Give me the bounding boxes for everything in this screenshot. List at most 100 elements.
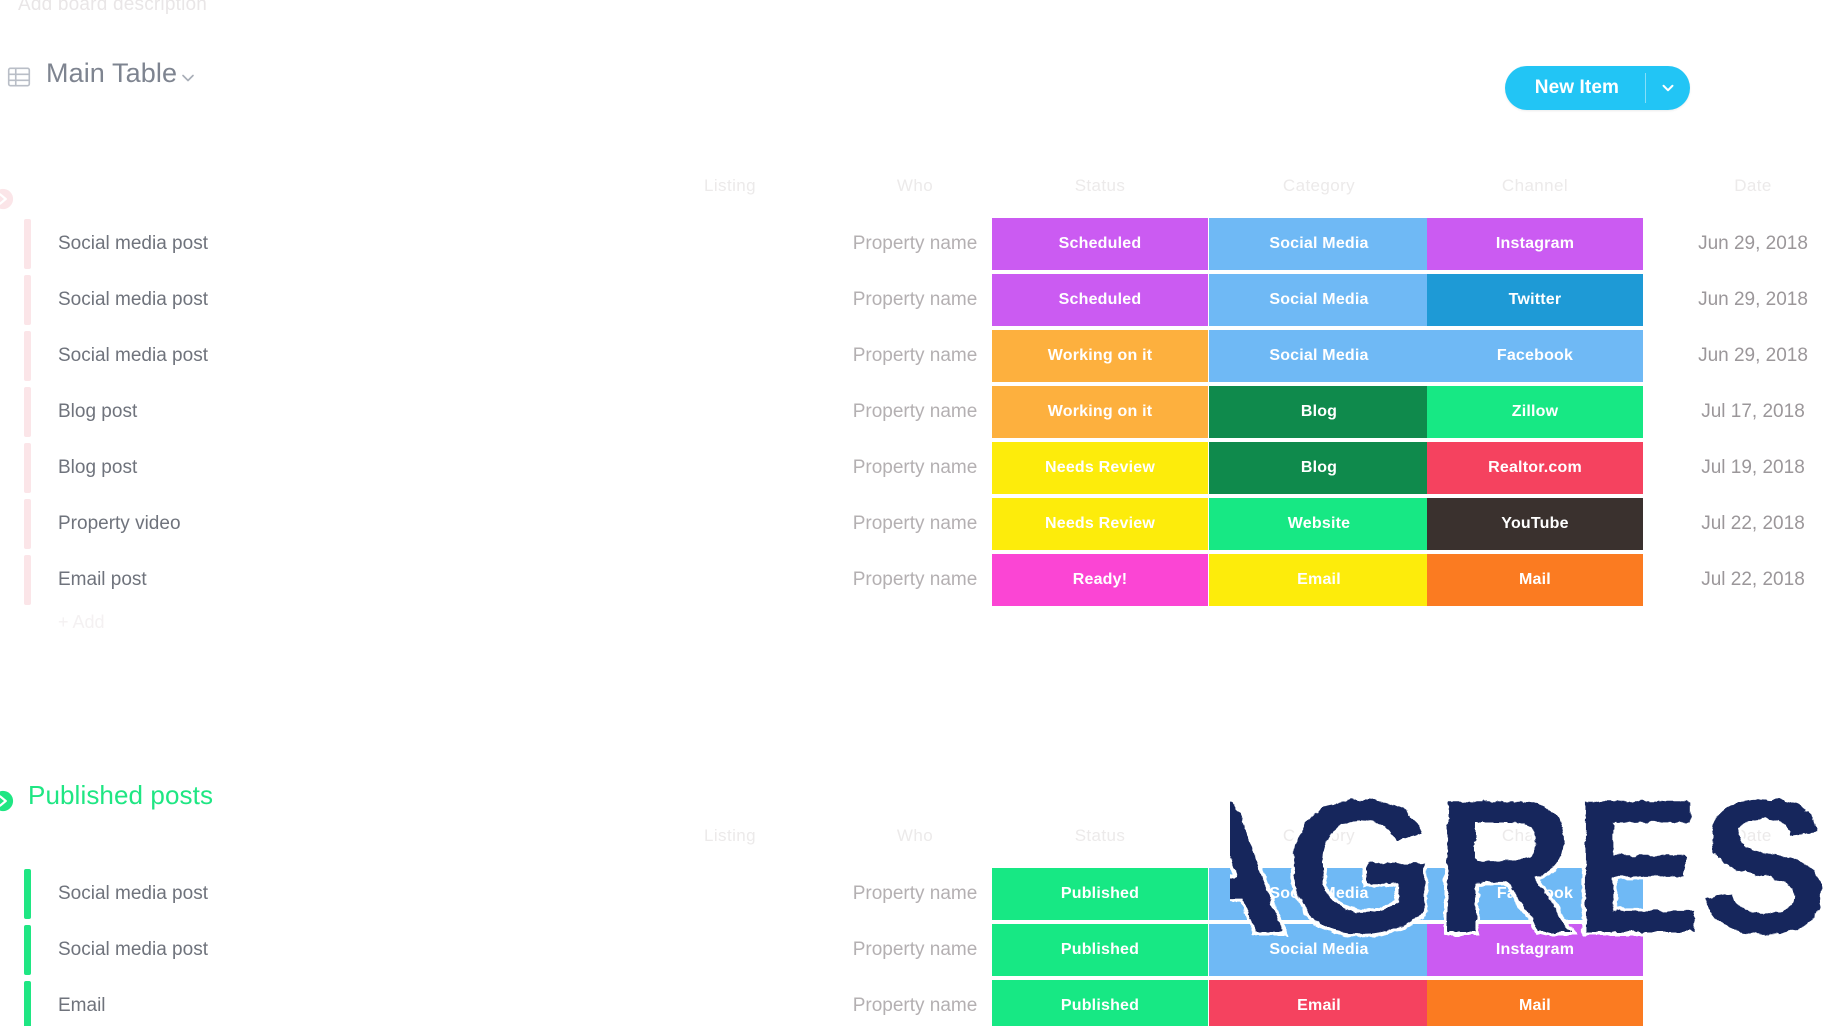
cell-who[interactable]: Property name xyxy=(840,978,990,1026)
cell-channel-badge[interactable]: Facebook xyxy=(1427,868,1643,920)
column-header-listing[interactable]: Listing xyxy=(610,176,850,196)
cell-channel-badge[interactable]: YouTube xyxy=(1427,498,1643,550)
add-item-link[interactable]: + Add xyxy=(58,612,105,633)
cell-status-badge[interactable]: Needs Review xyxy=(992,442,1208,494)
table-title[interactable]: Main Table xyxy=(46,58,177,89)
cell-who[interactable]: Property name xyxy=(840,272,990,328)
cell-who[interactable]: Property name xyxy=(840,440,990,496)
cell-date[interactable]: Jul 19, 2018 xyxy=(1663,440,1824,496)
row-accent-bar xyxy=(24,275,31,325)
group-title[interactable]: Published posts xyxy=(28,780,213,811)
cell-category-badge[interactable]: Blog xyxy=(1209,386,1429,438)
cell-who[interactable]: Property name xyxy=(840,866,990,922)
cell-category-badge[interactable]: Social Media xyxy=(1209,330,1429,382)
cell-status-badge[interactable]: Published xyxy=(992,868,1208,920)
cell-channel-badge[interactable]: Zillow xyxy=(1427,386,1643,438)
cell-status-badge[interactable]: Published xyxy=(992,924,1208,976)
chevron-down-icon[interactable] xyxy=(178,68,198,88)
cell-category-badge[interactable]: Blog xyxy=(1209,442,1429,494)
cell-category-badge[interactable]: Social Media xyxy=(1209,924,1429,976)
table-row[interactable]: Social media post Property name Published S… xyxy=(0,922,1824,978)
cell-date[interactable]: Jun 29, 2018 xyxy=(1663,272,1824,328)
cell-date[interactable]: Jul 22, 2018 xyxy=(1663,496,1824,552)
group-rows: Social media post Property name Published S… xyxy=(0,866,1824,1026)
cell-item-name[interactable]: Social media post xyxy=(58,922,208,978)
column-header-status[interactable]: Status xyxy=(992,826,1208,846)
cell-category-badge[interactable]: Social Media xyxy=(1209,868,1429,920)
row-accent-bar xyxy=(24,443,31,493)
table-row[interactable]: Email post Property name Ready! Email Mail Ju… xyxy=(0,552,1824,608)
column-header-category[interactable]: Category xyxy=(1209,176,1429,196)
column-header-date[interactable]: Date xyxy=(1663,826,1824,846)
column-header-channel[interactable]: Channel xyxy=(1427,176,1643,196)
table-row[interactable]: Social media post Property name Published S… xyxy=(0,866,1824,922)
cell-who[interactable]: Property name xyxy=(840,384,990,440)
cell-status-badge[interactable]: Needs Review xyxy=(992,498,1208,550)
cell-item-name[interactable]: Social media post xyxy=(58,216,208,272)
table-row[interactable]: Social media post Property name Scheduled S… xyxy=(0,272,1824,328)
table-row[interactable]: Social media post Property name Scheduled S… xyxy=(0,216,1824,272)
cell-item-name[interactable]: Social media post xyxy=(58,272,208,328)
new-item-chevron-down-icon[interactable] xyxy=(1646,66,1690,110)
cell-date[interactable] xyxy=(1663,866,1824,922)
table-row[interactable]: Property video Property name Needs Review W… xyxy=(0,496,1824,552)
cell-date[interactable]: Jun 29, 2018 xyxy=(1663,216,1824,272)
column-header-channel[interactable]: Channel xyxy=(1427,826,1643,846)
cell-category-badge[interactable]: Email xyxy=(1209,554,1429,606)
group-published-posts: Published posts Listing Who Status Category C… xyxy=(0,780,1824,1026)
column-header-status[interactable]: Status xyxy=(992,176,1208,196)
cell-item-name[interactable]: Blog post xyxy=(58,440,137,496)
table-row[interactable]: Blog post Property name Needs Review Blog Re… xyxy=(0,440,1824,496)
column-header-category[interactable]: Category xyxy=(1209,826,1429,846)
cell-channel-badge[interactable]: Facebook xyxy=(1427,330,1643,382)
cell-category-badge[interactable]: Social Media xyxy=(1209,218,1429,270)
table-icon xyxy=(6,64,32,90)
cell-status-badge[interactable]: Scheduled xyxy=(992,218,1208,270)
cell-who[interactable]: Property name xyxy=(840,216,990,272)
cell-date[interactable] xyxy=(1663,922,1824,978)
cell-who[interactable]: Property name xyxy=(840,552,990,608)
column-header-who[interactable]: Who xyxy=(840,176,990,196)
cell-item-name[interactable]: Property video xyxy=(58,496,181,552)
cell-category-badge[interactable]: Email xyxy=(1209,980,1429,1026)
cell-status-badge[interactable]: Published xyxy=(992,980,1208,1026)
cell-channel-badge[interactable]: Mail xyxy=(1427,980,1643,1026)
column-header-who[interactable]: Who xyxy=(840,826,990,846)
cell-channel-badge[interactable]: Twitter xyxy=(1427,274,1643,326)
cell-who[interactable]: Property name xyxy=(840,922,990,978)
add-row[interactable]: + Add xyxy=(0,608,1824,648)
cell-channel-badge[interactable]: Mail xyxy=(1427,554,1643,606)
cell-category-badge[interactable]: Social Media xyxy=(1209,274,1429,326)
new-item-button[interactable]: New Item xyxy=(1505,66,1645,110)
cell-item-name[interactable]: Social media post xyxy=(58,328,208,384)
cell-who[interactable]: Property name xyxy=(840,496,990,552)
cell-status-badge[interactable]: Scheduled xyxy=(992,274,1208,326)
board-description[interactable]: Add board description xyxy=(18,0,207,16)
cell-channel-badge[interactable]: Instagram xyxy=(1427,218,1643,270)
cell-date[interactable]: Jul 22, 2018 xyxy=(1663,552,1824,608)
column-header-date[interactable]: Date xyxy=(1663,176,1824,196)
cell-category-badge[interactable]: Website xyxy=(1209,498,1429,550)
cell-item-name[interactable]: Email post xyxy=(58,552,147,608)
row-accent-bar xyxy=(24,869,31,919)
group-untitled: Listing Who Status Category Channel Date Socia… xyxy=(0,176,1824,648)
cell-status-badge[interactable]: Working on it xyxy=(992,386,1208,438)
cell-status-badge[interactable]: Working on it xyxy=(992,330,1208,382)
cell-channel-badge[interactable]: Realtor.com xyxy=(1427,442,1643,494)
column-header-listing[interactable]: Listing xyxy=(610,826,850,846)
cell-status-badge[interactable]: Ready! xyxy=(992,554,1208,606)
cell-item-name[interactable]: Blog post xyxy=(58,384,137,440)
column-header-row: Listing Who Status Category Channel Date xyxy=(0,176,1824,216)
cell-item-name[interactable]: Email xyxy=(58,978,106,1026)
table-row[interactable]: Social media post Property name Working on… xyxy=(0,328,1824,384)
cell-date[interactable]: Jun 29, 2018 xyxy=(1663,328,1824,384)
cell-date[interactable]: Jul 17, 2018 xyxy=(1663,384,1824,440)
table-row[interactable]: Blog post Property name Working on it Blog Z… xyxy=(0,384,1824,440)
table-row[interactable]: Email Property name Published Email Mail xyxy=(0,978,1824,1026)
cell-item-name[interactable]: Social media post xyxy=(58,866,208,922)
cell-channel-badge[interactable]: Instagram xyxy=(1427,924,1643,976)
new-item-button-group[interactable]: New Item xyxy=(1504,66,1690,110)
cell-who[interactable]: Property name xyxy=(840,328,990,384)
collapse-arrow-icon[interactable] xyxy=(0,790,14,812)
cell-date[interactable] xyxy=(1663,978,1824,1026)
